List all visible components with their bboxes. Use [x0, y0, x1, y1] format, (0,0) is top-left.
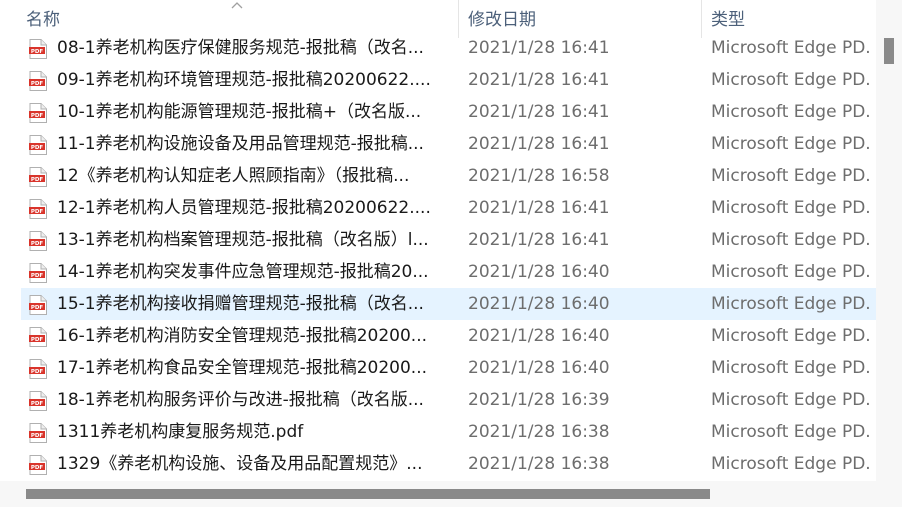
svg-text:PDF: PDF: [31, 369, 44, 375]
file-row[interactable]: PDF 09-1养老机构环境管理规范-报批稿20200622.... 2021/1/…: [0, 64, 876, 96]
file-name: 14-1养老机构突发事件应急管理规范-报批稿20...: [57, 262, 429, 282]
svg-text:PDF: PDF: [31, 465, 44, 471]
file-row[interactable]: PDF 08-1养老机构医疗保健服务规范-报批稿（改名... 2021/1/28 1…: [0, 32, 876, 64]
file-modified-date: 2021/1/28 16:38: [468, 422, 610, 442]
file-row[interactable]: PDF 11-1养老机构设施设备及用品管理规范-报批稿... 2021/1/28 1…: [0, 128, 876, 160]
file-type: Microsoft Edge PD.: [711, 262, 871, 282]
file-name: 15-1养老机构接收捐赠管理规范-报批稿（改名...: [57, 294, 424, 314]
svg-text:PDF: PDF: [31, 401, 44, 407]
pdf-file-icon: PDF: [29, 199, 47, 219]
pdf-file-icon: PDF: [29, 263, 47, 283]
file-name: 1329《养老机构设施、设备及用品配置规范》...: [57, 454, 423, 474]
file-type: Microsoft Edge PD.: [711, 70, 871, 90]
file-name: 12《养老机构认知症老人照顾指南》（报批稿...: [57, 166, 410, 186]
file-modified-date: 2021/1/28 16:41: [468, 134, 610, 154]
file-row[interactable]: PDF 1329《养老机构设施、设备及用品配置规范》... 2021/1/28 16…: [0, 448, 876, 480]
file-modified-date: 2021/1/28 16:40: [468, 326, 610, 346]
file-row[interactable]: PDF 15-1养老机构接收捐赠管理规范-报批稿（改名... 2021/1/28 1…: [21, 288, 876, 320]
svg-text:PDF: PDF: [31, 49, 44, 55]
file-row[interactable]: PDF 12《养老机构认知症老人照顾指南》（报批稿... 2021/1/28 16:…: [0, 160, 876, 192]
svg-text:PDF: PDF: [31, 209, 44, 215]
file-name: 17-1养老机构食品安全管理规范-报批稿20200...: [57, 358, 428, 378]
horizontal-scrollbar-thumb[interactable]: [26, 489, 710, 499]
svg-text:PDF: PDF: [31, 113, 44, 119]
pdf-file-icon: PDF: [29, 71, 47, 91]
file-modified-date: 2021/1/28 16:39: [468, 390, 610, 410]
file-type: Microsoft Edge PD.: [711, 198, 871, 218]
file-name: 1311养老机构康复服务规范.pdf: [57, 422, 304, 442]
file-name: 13-1养老机构档案管理规范-报批稿（改名版）l...: [57, 230, 429, 250]
file-modified-date: 2021/1/28 16:41: [468, 38, 610, 58]
pdf-file-icon: PDF: [29, 455, 47, 475]
file-name: 18-1养老机构服务评价与改进-报批稿（改名版...: [57, 390, 424, 410]
file-row[interactable]: PDF 16-1养老机构消防安全管理规范-报批稿20200... 2021/1/28…: [0, 320, 876, 352]
svg-text:PDF: PDF: [31, 305, 44, 311]
svg-text:PDF: PDF: [31, 273, 44, 279]
column-header-type-label: 类型: [711, 10, 745, 30]
file-type: Microsoft Edge PD.: [711, 38, 871, 58]
file-type: Microsoft Edge PD.: [711, 166, 871, 186]
pdf-file-icon: PDF: [29, 231, 47, 251]
file-row[interactable]: PDF 12-1养老机构人员管理规范-报批稿20200622.... 2021/1/…: [0, 192, 876, 224]
file-modified-date: 2021/1/28 16:41: [468, 102, 610, 122]
file-type: Microsoft Edge PD.: [711, 294, 871, 314]
svg-text:PDF: PDF: [31, 241, 44, 247]
pdf-file-icon: PDF: [29, 423, 47, 443]
vertical-scrollbar[interactable]: [876, 0, 902, 507]
file-row[interactable]: PDF 13-1养老机构档案管理规范-报批稿（改名版）l... 2021/1/28 …: [0, 224, 876, 256]
pdf-file-icon: PDF: [29, 103, 47, 123]
file-row[interactable]: PDF 18-1养老机构服务评价与改进-报批稿（改名版... 2021/1/28 1…: [0, 384, 876, 416]
pdf-file-icon: PDF: [29, 167, 47, 187]
file-row[interactable]: PDF 1311养老机构康复服务规范.pdf 2021/1/28 16:38 Micr…: [0, 416, 876, 448]
file-type: Microsoft Edge PD.: [711, 454, 871, 474]
file-type: Microsoft Edge PD.: [711, 390, 871, 410]
pdf-file-icon: PDF: [29, 295, 47, 315]
file-modified-date: 2021/1/28 16:40: [468, 294, 610, 314]
column-header-date-label: 修改日期: [468, 10, 536, 30]
file-modified-date: 2021/1/28 16:41: [468, 70, 610, 90]
svg-text:PDF: PDF: [31, 433, 44, 439]
file-type: Microsoft Edge PD.: [711, 422, 871, 442]
file-modified-date: 2021/1/28 16:38: [468, 454, 610, 474]
svg-text:PDF: PDF: [31, 337, 44, 343]
file-modified-date: 2021/1/28 16:40: [468, 358, 610, 378]
file-name: 16-1养老机构消防安全管理规范-报批稿20200...: [57, 326, 428, 346]
pdf-file-icon: PDF: [29, 135, 47, 155]
file-row[interactable]: PDF 10-1养老机构能源管理规范-报批稿+（改名版... 2021/1/28 1…: [0, 96, 876, 128]
vertical-scrollbar-thumb[interactable]: [884, 38, 894, 64]
svg-text:PDF: PDF: [31, 81, 44, 87]
file-modified-date: 2021/1/28 16:41: [468, 198, 610, 218]
file-name: 09-1养老机构环境管理规范-报批稿20200622....: [57, 70, 431, 90]
file-row[interactable]: PDF 17-1养老机构食品安全管理规范-报批稿20200... 2021/1/28…: [0, 352, 876, 384]
file-type: Microsoft Edge PD.: [711, 326, 871, 346]
file-type: Microsoft Edge PD.: [711, 230, 871, 250]
file-name: 12-1养老机构人员管理规范-报批稿20200622....: [57, 198, 431, 218]
svg-text:PDF: PDF: [31, 145, 44, 151]
file-row[interactable]: PDF 14-1养老机构突发事件应急管理规范-报批稿20... 2021/1/28 …: [0, 256, 876, 288]
file-name: 08-1养老机构医疗保健服务规范-报批稿（改名...: [57, 38, 424, 58]
file-modified-date: 2021/1/28 16:41: [468, 230, 610, 250]
file-modified-date: 2021/1/28 16:40: [468, 262, 610, 282]
column-header-name-label: 名称: [26, 10, 60, 30]
pdf-file-icon: PDF: [29, 391, 47, 411]
file-name: 10-1养老机构能源管理规范-报批稿+（改名版...: [57, 102, 422, 122]
pdf-file-icon: PDF: [29, 359, 47, 379]
svg-text:PDF: PDF: [31, 177, 44, 183]
file-type: Microsoft Edge PD.: [711, 134, 871, 154]
file-modified-date: 2021/1/28 16:58: [468, 166, 610, 186]
file-type: Microsoft Edge PD.: [711, 358, 871, 378]
file-type: Microsoft Edge PD.: [711, 102, 871, 122]
pdf-file-icon: PDF: [29, 39, 47, 59]
file-name: 11-1养老机构设施设备及用品管理规范-报批稿...: [57, 134, 424, 154]
pdf-file-icon: PDF: [29, 327, 47, 347]
